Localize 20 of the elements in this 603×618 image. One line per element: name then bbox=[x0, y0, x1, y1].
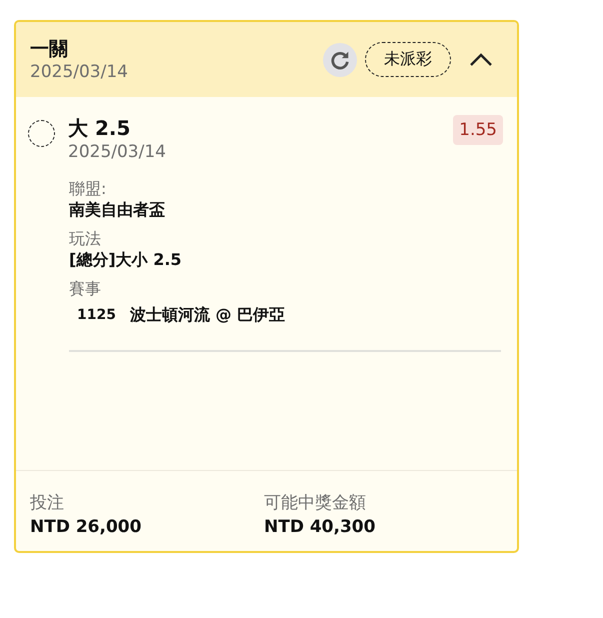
status-badge: 未派彩 bbox=[365, 42, 451, 77]
match-teams: 波士頓河流 @ 巴伊亞 bbox=[130, 304, 286, 326]
amount-label: 投注 bbox=[30, 492, 65, 515]
detail-value: 南美自由者盃 bbox=[69, 199, 166, 221]
bet-date: 2025/03/14 bbox=[30, 60, 129, 82]
odds-badge: 1.55 bbox=[453, 115, 503, 145]
selection-radio[interactable] bbox=[28, 120, 55, 147]
selection-name: 大 2.5 bbox=[68, 115, 132, 141]
amount-value: NTD 26,000 bbox=[30, 516, 142, 539]
bet-type-title: 一關 bbox=[30, 36, 69, 60]
amount-value: NTD 40,300 bbox=[264, 516, 376, 539]
refresh-button[interactable] bbox=[323, 42, 357, 76]
detail-label: 玩法 bbox=[69, 229, 102, 249]
amount-label: 可能中獎金額 bbox=[264, 492, 367, 515]
chevron-icon bbox=[469, 52, 493, 68]
detail-value: [總分]大小 2.5 bbox=[69, 249, 183, 271]
selection-date: 2025/03/14 bbox=[68, 141, 167, 163]
match-number: 1125 bbox=[77, 306, 116, 325]
detail-label: 聯盟: bbox=[69, 179, 108, 199]
detail-label: 賽事 bbox=[69, 279, 102, 299]
